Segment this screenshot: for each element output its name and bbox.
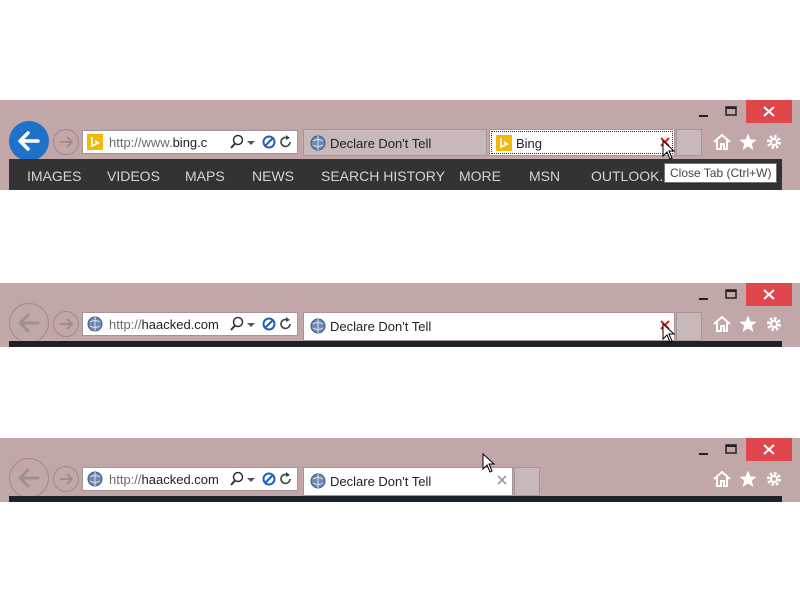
arrow-left-icon xyxy=(18,131,40,151)
favorites-star-icon[interactable] xyxy=(738,132,758,152)
nav-videos[interactable]: VIDEOS xyxy=(107,168,160,184)
chevron-down-icon[interactable] xyxy=(246,134,262,150)
arrow-left-icon xyxy=(18,313,40,333)
nav-maps[interactable]: MAPS xyxy=(185,168,225,184)
address-bar[interactable]: http://haacked.com xyxy=(82,467,298,491)
refresh-icon[interactable] xyxy=(278,134,294,150)
refresh-icon[interactable] xyxy=(278,316,294,332)
tab-declare-dont-tell[interactable]: Declare Don't Tell xyxy=(303,129,487,156)
browser-window-3: http://haacked.com Declare Don't Tell xyxy=(0,438,800,502)
favorites-star-icon[interactable] xyxy=(738,314,758,334)
tab-label: Declare Don't Tell xyxy=(330,136,432,151)
globe-icon xyxy=(87,471,103,487)
maximize-button[interactable] xyxy=(716,438,746,461)
page-content-strip xyxy=(9,496,782,502)
bing-icon xyxy=(496,135,512,151)
nav-msn[interactable]: MSN xyxy=(529,168,560,184)
gear-icon[interactable] xyxy=(764,314,784,334)
compatibility-icon[interactable] xyxy=(261,471,277,487)
close-tab-tooltip: Close Tab (Ctrl+W) xyxy=(664,163,778,183)
nav-news[interactable]: NEWS xyxy=(252,168,294,184)
nav-more[interactable]: MORE xyxy=(459,168,501,184)
tab-label: Declare Don't Tell xyxy=(330,319,432,334)
gear-icon[interactable] xyxy=(764,469,784,489)
search-icon[interactable] xyxy=(229,316,245,332)
gear-icon[interactable] xyxy=(764,132,784,152)
maximize-button[interactable] xyxy=(716,283,746,306)
forward-button[interactable] xyxy=(53,311,79,337)
address-bar[interactable]: http://www.bing.c xyxy=(82,130,298,154)
mouse-cursor-icon xyxy=(482,453,496,473)
maximize-button[interactable] xyxy=(716,100,746,123)
globe-icon xyxy=(87,316,103,332)
mouse-cursor-icon xyxy=(662,140,676,160)
bing-icon xyxy=(87,134,103,150)
back-button[interactable] xyxy=(9,458,49,498)
compatibility-icon[interactable] xyxy=(261,316,277,332)
mouse-cursor-icon xyxy=(662,323,676,343)
chevron-down-icon[interactable] xyxy=(246,471,262,487)
browser-window-2: http://haacked.com Declare Don't Tell xyxy=(0,283,800,347)
home-icon[interactable] xyxy=(712,132,732,152)
minimize-button[interactable] xyxy=(689,283,719,306)
compatibility-icon[interactable] xyxy=(261,134,277,150)
new-tab-button[interactable] xyxy=(514,467,540,496)
browser-chrome: http://haacked.com Declare Don't Tell xyxy=(0,283,800,347)
forward-button[interactable] xyxy=(53,466,79,492)
close-window-button[interactable] xyxy=(746,283,792,306)
tab-label: Bing xyxy=(516,136,543,151)
address-bar[interactable]: http://haacked.com xyxy=(82,312,298,336)
back-button[interactable] xyxy=(9,303,49,343)
arrow-right-icon xyxy=(60,473,74,485)
minimize-button[interactable] xyxy=(689,100,719,123)
close-window-button[interactable] xyxy=(746,100,792,123)
arrow-right-icon xyxy=(60,318,74,330)
search-icon[interactable] xyxy=(229,471,245,487)
url-text[interactable]: http://www.bing.c xyxy=(109,135,229,150)
tab-bing[interactable]: Bing xyxy=(489,129,675,156)
minimize-button[interactable] xyxy=(689,438,719,461)
url-text[interactable]: http://haacked.com xyxy=(109,317,229,332)
refresh-icon[interactable] xyxy=(278,471,294,487)
close-window-button[interactable] xyxy=(746,438,792,461)
home-icon[interactable] xyxy=(712,314,732,334)
back-button[interactable] xyxy=(9,121,49,161)
new-tab-button[interactable] xyxy=(676,129,702,156)
arrow-left-icon xyxy=(18,468,40,488)
globe-icon xyxy=(310,135,326,151)
tab-declare-dont-tell[interactable]: Declare Don't Tell xyxy=(303,312,675,341)
close-tab-icon[interactable] xyxy=(495,473,509,487)
nav-outlook[interactable]: OUTLOOK.C xyxy=(591,168,673,184)
url-text[interactable]: http://haacked.com xyxy=(109,472,229,487)
browser-chrome: http://haacked.com Declare Don't Tell xyxy=(0,438,800,502)
forward-button[interactable] xyxy=(53,129,79,155)
search-icon[interactable] xyxy=(229,134,245,150)
favorites-star-icon[interactable] xyxy=(738,469,758,489)
browser-window-1: http://www.bing.c Declare Don't Tell Bin… xyxy=(0,100,800,190)
arrow-right-icon xyxy=(60,136,74,148)
globe-icon xyxy=(310,318,326,334)
nav-images[interactable]: IMAGES xyxy=(27,168,81,184)
globe-icon xyxy=(310,473,326,489)
tab-label: Declare Don't Tell xyxy=(330,474,432,489)
nav-search-history[interactable]: SEARCH HISTORY xyxy=(321,168,445,184)
chevron-down-icon[interactable] xyxy=(246,316,262,332)
home-icon[interactable] xyxy=(712,469,732,489)
new-tab-button[interactable] xyxy=(676,312,702,341)
